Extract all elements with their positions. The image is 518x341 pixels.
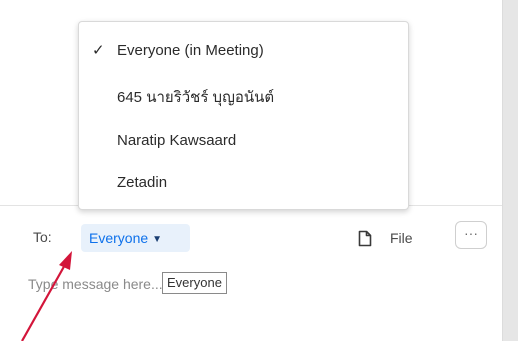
annotation-arrow-icon (21, 251, 72, 341)
